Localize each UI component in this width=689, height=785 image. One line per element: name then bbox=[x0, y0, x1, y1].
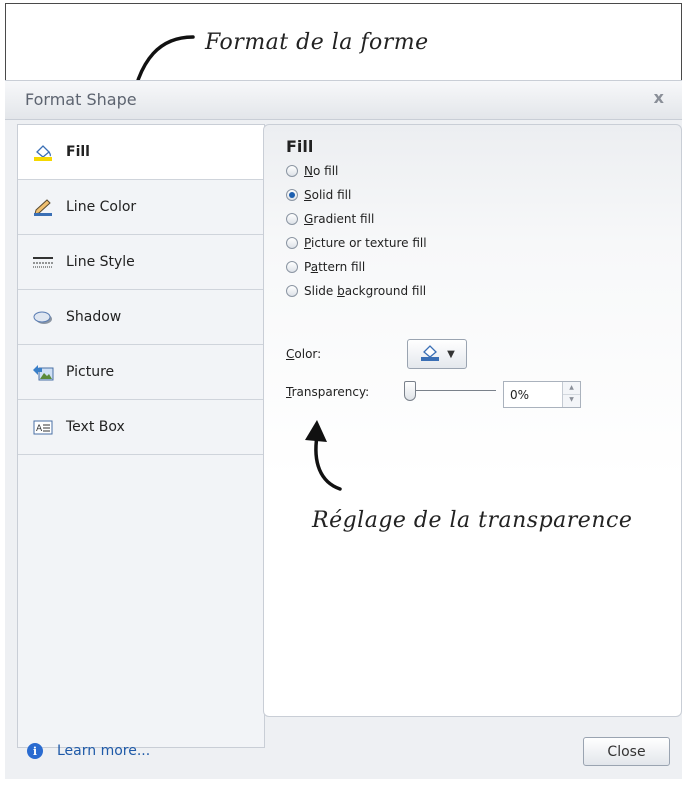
option-label: Picture or texture fill bbox=[304, 236, 427, 250]
option-label: Slide background fill bbox=[304, 284, 427, 298]
learn-more-label: Learn more... bbox=[57, 743, 151, 759]
option-label: Pattern fill bbox=[304, 260, 366, 274]
line-style-icon bbox=[32, 253, 54, 271]
option-label: Solid fill bbox=[304, 188, 352, 202]
shadow-icon bbox=[32, 308, 54, 326]
panel-title: Fill bbox=[286, 137, 314, 156]
annotation-arrow-bottom-icon bbox=[305, 420, 342, 491]
fill-option-solid-fill[interactable]: Solid fill bbox=[286, 183, 427, 207]
pencil-icon bbox=[32, 198, 54, 216]
color-label: Color: bbox=[286, 347, 322, 361]
annotation-top: Format de la forme bbox=[205, 30, 429, 55]
fill-option-gradient-fill[interactable]: Gradient fill bbox=[286, 207, 427, 231]
chevron-down-icon: ▼ bbox=[447, 348, 455, 360]
radio-pattern-fill[interactable] bbox=[286, 261, 298, 273]
paint-bucket-icon bbox=[32, 143, 54, 161]
picture-icon bbox=[32, 363, 54, 381]
spinner-buttons: ▲ ▼ bbox=[562, 382, 580, 407]
transparency-spinner[interactable]: 0% ▲ ▼ bbox=[503, 381, 581, 408]
info-icon: i bbox=[27, 743, 43, 759]
slider-thumb[interactable] bbox=[404, 381, 416, 401]
sidebar-item-label: Line Style bbox=[66, 254, 135, 270]
transparency-value[interactable]: 0% bbox=[510, 388, 529, 402]
category-sidebar: Fill Line Color Line Style Shadow Pictur… bbox=[17, 124, 265, 748]
svg-text:A: A bbox=[36, 424, 43, 434]
close-button[interactable]: Close bbox=[583, 737, 670, 766]
sidebar-item-label: Shadow bbox=[66, 309, 122, 325]
sidebar-item-label: Line Color bbox=[66, 199, 137, 215]
option-label: Gradient fill bbox=[304, 212, 375, 226]
transparency-slider[interactable] bbox=[404, 379, 496, 403]
option-label: No fill bbox=[304, 164, 339, 178]
sidebar-item-fill[interactable]: Fill bbox=[18, 125, 264, 180]
fill-option-pattern-fill[interactable]: Pattern fill bbox=[286, 255, 427, 279]
slider-track bbox=[408, 390, 496, 391]
annotation-bottom: Réglage de la transparence bbox=[312, 508, 633, 533]
paint-bucket-icon bbox=[419, 343, 441, 365]
sidebar-item-label: Picture bbox=[66, 364, 115, 380]
sidebar-item-label: Fill bbox=[66, 144, 90, 160]
radio-gradient-fill[interactable] bbox=[286, 213, 298, 225]
fill-options: No fill Solid fill Gradient fill Picture… bbox=[286, 159, 427, 303]
transparency-label: Transparency: bbox=[286, 385, 370, 399]
sidebar-item-line-style[interactable]: Line Style bbox=[18, 235, 264, 290]
close-icon[interactable]: x bbox=[654, 88, 664, 107]
fill-color-dropdown[interactable]: ▼ bbox=[407, 339, 467, 369]
radio-slide-background-fill[interactable] bbox=[286, 285, 298, 297]
dialog-title: Format Shape bbox=[25, 90, 137, 109]
dialog-titlebar: Format Shape x bbox=[5, 81, 682, 120]
fill-option-picture-texture-fill[interactable]: Picture or texture fill bbox=[286, 231, 427, 255]
sidebar-item-line-color[interactable]: Line Color bbox=[18, 180, 264, 235]
fill-option-no-fill[interactable]: No fill bbox=[286, 159, 427, 183]
sidebar-item-shadow[interactable]: Shadow bbox=[18, 290, 264, 345]
spinner-down-icon[interactable]: ▼ bbox=[563, 394, 580, 406]
radio-solid-fill[interactable] bbox=[286, 189, 298, 201]
sidebar-item-picture[interactable]: Picture bbox=[18, 345, 264, 400]
text-box-icon: A bbox=[32, 418, 54, 436]
sidebar-item-label: Text Box bbox=[66, 419, 125, 435]
sidebar-item-text-box[interactable]: A Text Box bbox=[18, 400, 264, 455]
radio-picture-texture-fill[interactable] bbox=[286, 237, 298, 249]
fill-option-slide-background-fill[interactable]: Slide background fill bbox=[286, 279, 427, 303]
learn-more-link[interactable]: i Learn more... bbox=[27, 743, 150, 759]
radio-no-fill[interactable] bbox=[286, 165, 298, 177]
